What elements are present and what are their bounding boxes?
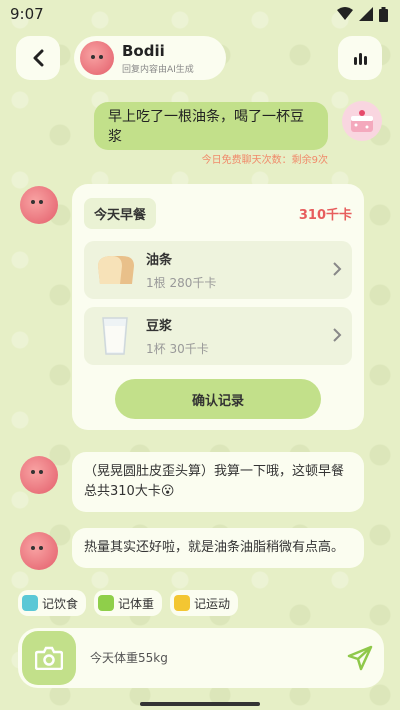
signal-icon (359, 7, 373, 21)
chip-label: 记运动 (194, 596, 231, 611)
meal-title: 今天早餐 (84, 198, 157, 229)
status-bar: 9:07 (0, 0, 400, 28)
bot-message-bubble: （晃晃圆肚皮歪头算）我算一下哦，这顿早餐总共310大卡😮 (72, 452, 364, 512)
chevron-right-icon (333, 262, 342, 276)
send-icon (347, 645, 373, 671)
food-detail: 1杯 30千卡 (146, 342, 209, 356)
user-message-text: 早上吃了一根油条，喝了一杯豆浆 (108, 109, 304, 145)
food-detail: 1根 280千卡 (146, 276, 217, 290)
confirm-record-button[interactable]: 确认记录 (115, 379, 321, 419)
quick-actions-bar: 记饮食 记体重 记运动 (18, 590, 239, 616)
bot-avatar (80, 41, 114, 75)
bot-message-text: 热量其实还好啦，就是油条油脂稍微有点高。 (84, 540, 345, 555)
user-message-bubble: 早上吃了一根油条，喝了一杯豆浆 (94, 102, 328, 150)
meal-record-card: 今天早餐 310千卡 油条 1根 280千卡 豆浆 1杯 30千卡 确认记录 (72, 184, 364, 430)
stats-button[interactable] (338, 36, 382, 80)
chip-label: 记体重 (118, 596, 155, 611)
log-weight-chip[interactable]: 记体重 (94, 590, 163, 616)
status-icons (337, 6, 388, 22)
message-input-bar (18, 628, 384, 688)
food-item-row[interactable]: 豆浆 1杯 30千卡 (84, 307, 352, 365)
bot-avatar (20, 456, 58, 494)
bot-message-text: （晃晃圆肚皮歪头算）我算一下哦，这顿早餐总共310大卡😮 (84, 464, 345, 499)
chevron-left-icon (33, 49, 44, 67)
log-exercise-chip[interactable]: 记运动 (170, 590, 239, 616)
status-time: 9:07 (10, 5, 44, 23)
exercise-log-icon (174, 595, 191, 611)
bread-icon (94, 250, 136, 290)
food-item-row[interactable]: 油条 1根 280千卡 (84, 241, 352, 299)
message-input[interactable] (90, 640, 340, 676)
food-log-icon (22, 595, 38, 611)
bot-message-bubble: 热量其实还好啦，就是油条油脂稍微有点高。 (72, 528, 364, 568)
bot-avatar (20, 532, 58, 570)
weight-log-icon (98, 595, 115, 611)
chevron-right-icon (333, 328, 342, 342)
soymilk-cup-icon (94, 316, 136, 356)
home-indicator (140, 702, 260, 706)
log-food-chip[interactable]: 记饮食 (18, 590, 87, 616)
bot-avatar (20, 186, 58, 224)
bot-subtitle: 回复内容由AI生成 (122, 64, 194, 75)
battery-icon (379, 6, 388, 22)
chip-label: 记饮食 (42, 596, 79, 611)
bar-chart-icon (354, 53, 367, 65)
food-name: 油条 (146, 253, 173, 268)
chat-quota-text: 今日免费聊天次数：剩余9次 (201, 155, 328, 166)
send-button[interactable] (340, 638, 380, 678)
bot-profile-pill[interactable]: Bodii 回复内容由AI生成 (74, 36, 226, 80)
camera-icon (35, 646, 63, 670)
back-button[interactable] (16, 36, 60, 80)
wifi-icon (337, 7, 353, 20)
camera-button[interactable] (22, 631, 76, 685)
user-avatar[interactable] (342, 101, 382, 141)
chat-header: Bodii 回复内容由AI生成 (0, 36, 400, 80)
meal-total-kcal: 310千卡 (298, 208, 352, 223)
cake-icon (351, 110, 373, 132)
bot-name: Bodii (122, 41, 165, 60)
food-name: 豆浆 (146, 319, 173, 334)
